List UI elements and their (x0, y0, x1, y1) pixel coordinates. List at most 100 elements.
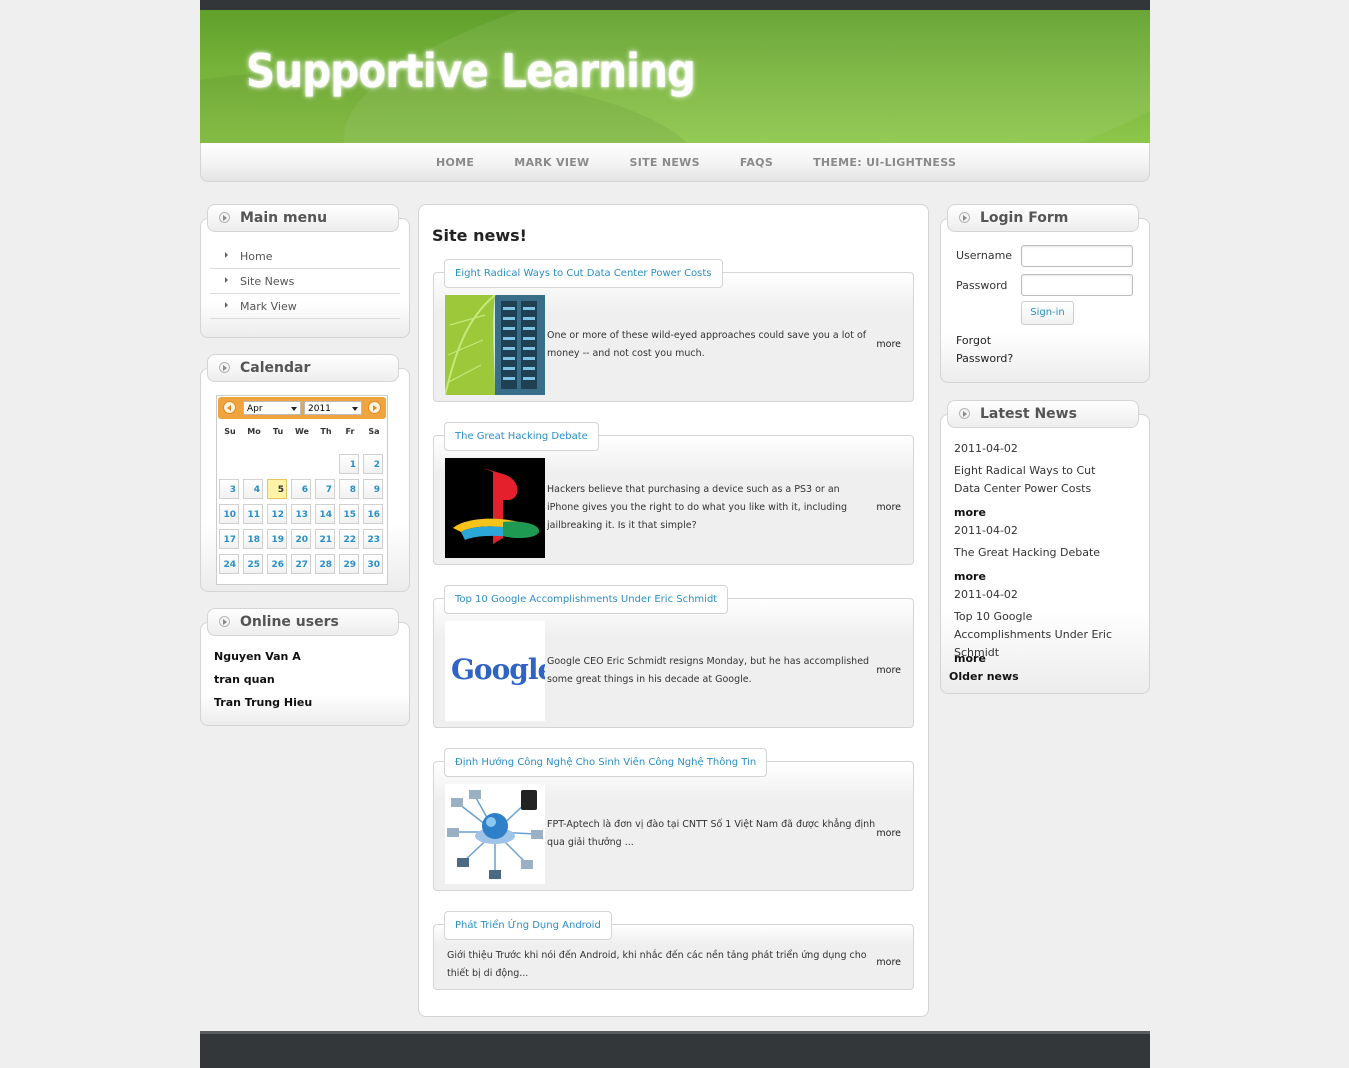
footer (200, 1031, 1150, 1068)
bullet-arrow-icon (219, 212, 230, 223)
menu-item-home[interactable]: Home (210, 244, 400, 269)
online-user-item: tran quan (214, 673, 275, 686)
calendar-day[interactable]: 2 (363, 454, 383, 474)
nav-site-news[interactable]: SITE NEWS (629, 156, 699, 169)
username-input[interactable] (1021, 245, 1133, 267)
main-menu-title: Main menu (240, 210, 328, 226)
news-article-title[interactable]: The Great Hacking Debate (444, 422, 599, 451)
online-user-item: Tran Trung Hieu (214, 696, 313, 709)
google-logo-image[interactable]: Google (445, 621, 545, 721)
calendar-day[interactable]: 12 (267, 504, 287, 524)
year-select[interactable]: 2011 (304, 401, 362, 415)
calendar-day[interactable]: 19 (267, 529, 287, 549)
latest-news-header: Latest News (947, 400, 1139, 428)
nav-home[interactable]: HOME (436, 156, 474, 169)
news-article: Phát Triển Ứng Dụng Android Giới thiệu T… (433, 911, 914, 990)
calendar-day[interactable]: 15 (339, 504, 359, 524)
month-select[interactable]: Apr (243, 401, 301, 415)
bullet-arrow-icon (959, 212, 970, 223)
weekday-label: Mo (247, 427, 261, 436)
calendar-day[interactable]: 14 (315, 504, 335, 524)
prev-month-icon[interactable] (223, 401, 236, 414)
network-globe-image[interactable] (445, 784, 545, 884)
calendar-day[interactable]: 22 (339, 529, 359, 549)
arrow-right-icon (225, 302, 228, 308)
calendar-day[interactable]: 24 (219, 554, 239, 574)
calendar-day[interactable]: 1 (339, 454, 359, 474)
menu-item-label: Home (240, 250, 273, 263)
bullet-arrow-icon (219, 616, 230, 627)
nav-mark-view[interactable]: MARK VIEW (514, 156, 589, 169)
calendar-day[interactable]: 28 (315, 554, 335, 574)
news-article-summary: FPT-Aptech là đơn vị đào tại CNTT Số 1 V… (547, 819, 876, 848)
calendar-header-bar: Apr 2011 (218, 397, 386, 419)
latest-news-more-link[interactable]: more (954, 652, 986, 665)
calendar-day[interactable]: 6 (291, 479, 311, 499)
news-more-link[interactable]: more (876, 665, 901, 676)
news-article-title[interactable]: Phát Triển Ứng Dụng Android (444, 911, 612, 940)
latest-news-more-link[interactable]: more (954, 570, 986, 583)
latest-news-date: 2011-04-02 (954, 588, 1018, 601)
calendar-day[interactable]: 18 (243, 529, 263, 549)
news-more-link[interactable]: more (876, 502, 901, 513)
calendar-day[interactable]: 26 (267, 554, 287, 574)
sign-in-button[interactable]: Sign-in (1021, 301, 1074, 325)
news-article-summary: One or more of these wild-eyed approache… (547, 330, 867, 359)
news-article-summary: Google CEO Eric Schmidt resigns Monday, … (547, 656, 870, 685)
news-article-title[interactable]: Top 10 Google Accomplishments Under Eric… (444, 585, 729, 614)
leaf-server-image[interactable] (445, 295, 545, 395)
calendar-day[interactable]: 20 (291, 529, 311, 549)
page-wrapper: Supportive Learning HOME MARK VIEW SITE … (200, 0, 1150, 1068)
calendar-day[interactable]: 21 (315, 529, 335, 549)
latest-news-title: Latest News (980, 406, 1077, 422)
weekday-label: We (295, 427, 309, 436)
news-more-link[interactable]: more (876, 828, 901, 839)
page-title: Site news! (432, 226, 527, 245)
site-title[interactable]: Supportive Learning (246, 44, 696, 98)
forgot-password-link[interactable]: Forgot Password? (956, 332, 1026, 368)
menu-item-label: Mark View (240, 300, 297, 313)
calendar-day[interactable]: 11 (243, 504, 263, 524)
year-value: 2011 (308, 404, 331, 414)
calendar-day[interactable]: 25 (243, 554, 263, 574)
news-article-summary: Hackers believe that purchasing a device… (547, 484, 848, 531)
arrow-right-icon (225, 277, 228, 283)
calendar-day[interactable]: 16 (363, 504, 383, 524)
playstation-logo-image[interactable] (445, 458, 545, 558)
older-news-link[interactable]: Older news (949, 670, 1019, 683)
month-value: Apr (247, 404, 263, 414)
calendar-day[interactable]: 17 (219, 529, 239, 549)
latest-news-more-link[interactable]: more (954, 506, 986, 519)
nav-faqs[interactable]: FAQS (740, 156, 773, 169)
news-article: Định Hướng Công Nghệ Cho Sinh Viên Công … (433, 748, 914, 891)
calendar-day[interactable]: 3 (219, 479, 239, 499)
news-more-link[interactable]: more (876, 957, 901, 968)
calendar-day[interactable]: 29 (339, 554, 359, 574)
news-article-title[interactable]: Định Hướng Công Nghệ Cho Sinh Viên Công … (444, 748, 768, 777)
calendar-day[interactable]: 30 (363, 554, 383, 574)
menu-item-mark-view[interactable]: Mark View (210, 294, 400, 319)
calendar-day-today[interactable]: 5 (267, 479, 287, 499)
menu-item-site-news[interactable]: Site News (210, 269, 400, 294)
calendar-day[interactable]: 23 (363, 529, 383, 549)
online-user-item: Nguyen Van A (214, 650, 301, 663)
latest-news-item-title[interactable]: The Great Hacking Debate (954, 544, 1124, 562)
password-input[interactable] (1021, 274, 1133, 296)
calendar-day[interactable]: 27 (291, 554, 311, 574)
weekday-label: Th (320, 427, 332, 436)
nav-theme[interactable]: THEME: UI-LIGHTNESS (813, 156, 956, 169)
main-menu-module: Main menu Home Site News Mark View (200, 204, 410, 338)
news-article-title[interactable]: Eight Radical Ways to Cut Data Center Po… (444, 259, 723, 288)
calendar-day[interactable]: 8 (339, 479, 359, 499)
calendar-day[interactable]: 10 (219, 504, 239, 524)
calendar-header: Calendar (207, 354, 399, 382)
latest-news-item-title[interactable]: Eight Radical Ways to Cut Data Center Po… (954, 462, 1124, 498)
calendar-day[interactable]: 4 (243, 479, 263, 499)
calendar-day[interactable]: 9 (363, 479, 383, 499)
calendar-day[interactable]: 7 (315, 479, 335, 499)
news-more-link[interactable]: more (876, 339, 901, 350)
next-month-icon[interactable] (368, 401, 381, 414)
password-label: Password (956, 279, 1008, 292)
calendar-day[interactable]: 13 (291, 504, 311, 524)
calendar-module: Calendar Apr 2011 Su Mo Tu We Th Fr Sa 1234567… (200, 354, 410, 592)
